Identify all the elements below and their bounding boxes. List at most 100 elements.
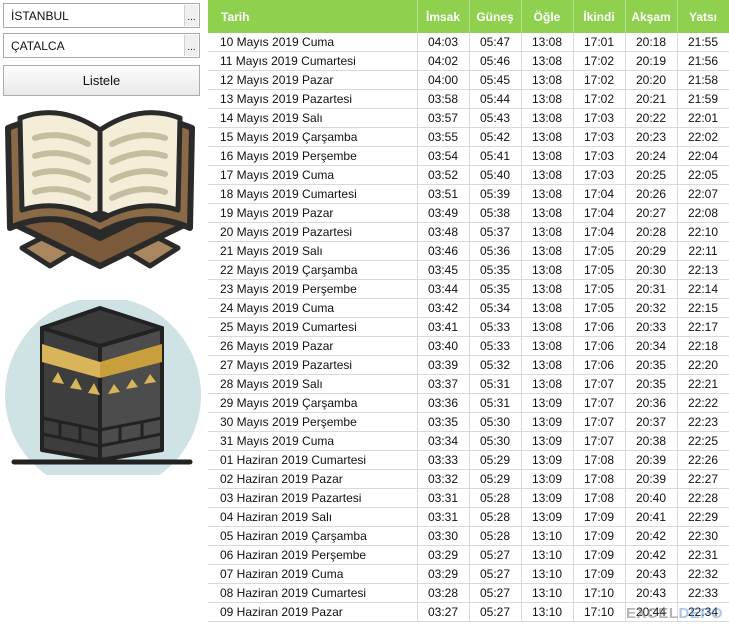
cell-ikindi[interactable]: 17:07: [573, 374, 626, 394]
cell-aksam[interactable]: 20:41: [625, 507, 678, 527]
cell-imsak[interactable]: 03:37: [417, 374, 470, 394]
cell-yatsi[interactable]: 22:33: [677, 583, 729, 603]
table-row[interactable]: 03 Haziran 2019 Pazartesi 03:31 05:28 13:09…: [208, 488, 729, 508]
cell-imsak[interactable]: 03:51: [417, 184, 470, 204]
cell-imsak[interactable]: 03:55: [417, 127, 470, 147]
cell-date[interactable]: 25 Mayıs 2019 Cumartesi: [208, 317, 418, 337]
cell-ogle[interactable]: 13:08: [521, 279, 574, 299]
table-row[interactable]: 31 Mayıs 2019 Cuma 03:34 05:30 13:09 17:07 20…: [208, 431, 729, 451]
cell-imsak[interactable]: 03:29: [417, 564, 470, 584]
cell-aksam[interactable]: 20:42: [625, 545, 678, 565]
cell-imsak[interactable]: 03:32: [417, 469, 470, 489]
cell-yatsi[interactable]: 22:17: [677, 317, 729, 337]
cell-ikindi[interactable]: 17:07: [573, 412, 626, 432]
city-combobox[interactable]: İSTANBUL ...: [3, 3, 200, 28]
cell-date[interactable]: 18 Mayıs 2019 Cumartesi: [208, 184, 418, 204]
cell-date[interactable]: 07 Haziran 2019 Cuma: [208, 564, 418, 584]
table-row[interactable]: 16 Mayıs 2019 Perşembe 03:54 05:41 13:08 17:…: [208, 146, 729, 166]
cell-ogle[interactable]: 13:08: [521, 165, 574, 185]
cell-date[interactable]: 27 Mayıs 2019 Pazartesi: [208, 355, 418, 375]
district-dropdown-button[interactable]: ...: [184, 35, 198, 56]
cell-gunes[interactable]: 05:40: [469, 165, 522, 185]
cell-yatsi[interactable]: 22:13: [677, 260, 729, 280]
cell-yatsi[interactable]: 22:20: [677, 355, 729, 375]
table-row[interactable]: 04 Haziran 2019 Salı 03:31 05:28 13:09 17:09…: [208, 507, 729, 527]
cell-aksam[interactable]: 20:35: [625, 355, 678, 375]
cell-aksam[interactable]: 20:39: [625, 469, 678, 489]
table-row[interactable]: 05 Haziran 2019 Çarşamba 03:30 05:28 13:10 1…: [208, 526, 729, 546]
cell-ikindi[interactable]: 17:02: [573, 51, 626, 71]
column-header-date[interactable]: Tarih: [208, 0, 418, 33]
cell-gunes[interactable]: 05:31: [469, 374, 522, 394]
column-header-imsak[interactable]: İmsak: [417, 0, 470, 33]
cell-ikindi[interactable]: 17:04: [573, 222, 626, 242]
cell-ogle[interactable]: 13:08: [521, 108, 574, 128]
cell-imsak[interactable]: 03:54: [417, 146, 470, 166]
cell-ogle[interactable]: 13:08: [521, 89, 574, 109]
column-header-aksam[interactable]: Akşam: [625, 0, 678, 33]
cell-gunes[interactable]: 05:27: [469, 545, 522, 565]
cell-ogle[interactable]: 13:10: [521, 602, 574, 622]
list-button[interactable]: Listele: [3, 65, 200, 96]
cell-ogle[interactable]: 13:08: [521, 203, 574, 223]
table-row[interactable]: 23 Mayıs 2019 Perşembe 03:44 05:35 13:08 17:…: [208, 279, 729, 299]
cell-imsak[interactable]: 03:40: [417, 336, 470, 356]
cell-ogle[interactable]: 13:08: [521, 241, 574, 261]
cell-yatsi[interactable]: 22:11: [677, 241, 729, 261]
cell-ikindi[interactable]: 17:04: [573, 203, 626, 223]
cell-imsak[interactable]: 03:30: [417, 526, 470, 546]
cell-ogle[interactable]: 13:08: [521, 51, 574, 71]
cell-date[interactable]: 04 Haziran 2019 Salı: [208, 507, 418, 527]
cell-ikindi[interactable]: 17:01: [573, 33, 626, 52]
cell-imsak[interactable]: 03:45: [417, 260, 470, 280]
cell-date[interactable]: 17 Mayıs 2019 Cuma: [208, 165, 418, 185]
table-row[interactable]: 28 Mayıs 2019 Salı 03:37 05:31 13:08 17:07 20…: [208, 374, 729, 394]
cell-gunes[interactable]: 05:27: [469, 583, 522, 603]
cell-ogle[interactable]: 13:08: [521, 355, 574, 375]
cell-gunes[interactable]: 05:29: [469, 469, 522, 489]
cell-gunes[interactable]: 05:35: [469, 279, 522, 299]
cell-ikindi[interactable]: 17:03: [573, 146, 626, 166]
cell-ogle[interactable]: 13:08: [521, 260, 574, 280]
cell-gunes[interactable]: 05:42: [469, 127, 522, 147]
cell-gunes[interactable]: 05:43: [469, 108, 522, 128]
table-row[interactable]: 30 Mayıs 2019 Perşembe 03:35 05:30 13:09 17:…: [208, 412, 729, 432]
cell-gunes[interactable]: 05:35: [469, 260, 522, 280]
cell-aksam[interactable]: 20:36: [625, 393, 678, 413]
table-row[interactable]: 02 Haziran 2019 Pazar 03:32 05:29 13:09 17:0…: [208, 469, 729, 489]
cell-date[interactable]: 22 Mayıs 2019 Çarşamba: [208, 260, 418, 280]
cell-ikindi[interactable]: 17:03: [573, 108, 626, 128]
cell-yatsi[interactable]: 22:10: [677, 222, 729, 242]
cell-gunes[interactable]: 05:38: [469, 203, 522, 223]
cell-date[interactable]: 21 Mayıs 2019 Salı: [208, 241, 418, 261]
table-row[interactable]: 21 Mayıs 2019 Salı 03:46 05:36 13:08 17:05 20…: [208, 241, 729, 261]
column-header-gunes[interactable]: Güneş: [469, 0, 522, 33]
cell-ikindi[interactable]: 17:06: [573, 317, 626, 337]
cell-aksam[interactable]: 20:39: [625, 450, 678, 470]
cell-date[interactable]: 08 Haziran 2019 Cumartesi: [208, 583, 418, 603]
cell-yatsi[interactable]: 22:31: [677, 545, 729, 565]
cell-ikindi[interactable]: 17:08: [573, 469, 626, 489]
cell-date[interactable]: 02 Haziran 2019 Pazar: [208, 469, 418, 489]
cell-gunes[interactable]: 05:41: [469, 146, 522, 166]
cell-ogle[interactable]: 13:08: [521, 298, 574, 318]
cell-imsak[interactable]: 03:57: [417, 108, 470, 128]
cell-aksam[interactable]: 20:30: [625, 260, 678, 280]
table-row[interactable]: 12 Mayıs 2019 Pazar 04:00 05:45 13:08 17:02 2…: [208, 70, 729, 90]
cell-ikindi[interactable]: 17:02: [573, 89, 626, 109]
table-row[interactable]: 24 Mayıs 2019 Cuma 03:42 05:34 13:08 17:05 20…: [208, 298, 729, 318]
cell-ikindi[interactable]: 17:07: [573, 431, 626, 451]
cell-yatsi[interactable]: 22:25: [677, 431, 729, 451]
cell-imsak[interactable]: 03:39: [417, 355, 470, 375]
table-row[interactable]: 29 Mayıs 2019 Çarşamba 03:36 05:31 13:09 17:…: [208, 393, 729, 413]
cell-ogle[interactable]: 13:10: [521, 545, 574, 565]
table-row[interactable]: 22 Mayıs 2019 Çarşamba 03:45 05:35 13:08 17:…: [208, 260, 729, 280]
cell-yatsi[interactable]: 22:26: [677, 450, 729, 470]
cell-ogle[interactable]: 13:08: [521, 222, 574, 242]
cell-ikindi[interactable]: 17:05: [573, 260, 626, 280]
cell-date[interactable]: 24 Mayıs 2019 Cuma: [208, 298, 418, 318]
cell-ogle[interactable]: 13:08: [521, 146, 574, 166]
cell-yatsi[interactable]: 21:55: [677, 33, 729, 52]
cell-ogle[interactable]: 13:09: [521, 393, 574, 413]
cell-gunes[interactable]: 05:45: [469, 70, 522, 90]
